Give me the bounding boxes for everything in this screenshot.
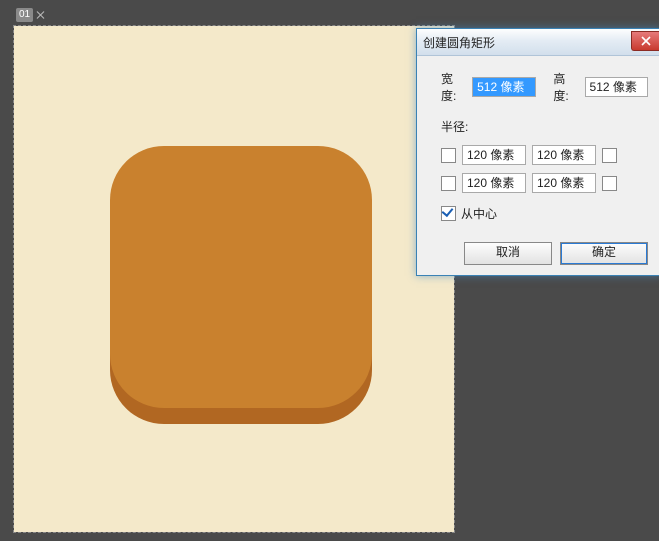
tab-number: 01 [16, 8, 33, 22]
rounded-rect-shape[interactable] [110, 146, 372, 408]
document-tab[interactable]: 01 [16, 8, 47, 22]
radius-bottom-left-input[interactable]: 120 像素 [462, 173, 526, 193]
close-icon [641, 36, 651, 46]
lock-bottom-left-checkbox[interactable] [441, 176, 456, 191]
radius-top-right-input[interactable]: 120 像素 [532, 145, 596, 165]
editor-workspace: 01 [0, 0, 460, 541]
cancel-button[interactable]: 取消 [464, 242, 552, 265]
ok-button[interactable]: 确定 [560, 242, 648, 265]
width-label: 宽度: [441, 70, 468, 104]
close-icon[interactable] [35, 9, 47, 21]
height-label: 高度: [553, 70, 580, 104]
width-input[interactable]: 512 像素 [472, 77, 536, 97]
from-center-label: 从中心 [461, 205, 497, 222]
radius-row-top: 120 像素 120 像素 [441, 145, 648, 165]
lock-top-right-checkbox[interactable] [602, 148, 617, 163]
dialog-buttons: 取消 确定 [441, 242, 648, 265]
lock-bottom-right-checkbox[interactable] [602, 176, 617, 191]
create-rounded-rect-dialog: 创建圆角矩形 宽度: 512 像素 高度: 512 像素 半径: 120 像素 … [416, 28, 659, 276]
from-center-checkbox[interactable] [441, 206, 456, 221]
height-input[interactable]: 512 像素 [585, 77, 649, 97]
from-center-row: 从中心 [441, 205, 648, 222]
size-row: 宽度: 512 像素 高度: 512 像素 [441, 70, 648, 104]
radius-bottom-right-input[interactable]: 120 像素 [532, 173, 596, 193]
dialog-close-button[interactable] [631, 31, 659, 51]
dialog-titlebar[interactable]: 创建圆角矩形 [417, 29, 659, 56]
radius-top-left-input[interactable]: 120 像素 [462, 145, 526, 165]
lock-top-left-checkbox[interactable] [441, 148, 456, 163]
radius-row-bottom: 120 像素 120 像素 [441, 173, 648, 193]
dialog-title: 创建圆角矩形 [423, 34, 495, 51]
dialog-body: 宽度: 512 像素 高度: 512 像素 半径: 120 像素 120 像素 … [417, 56, 659, 277]
radius-label: 半径: [441, 118, 648, 135]
canvas[interactable] [14, 26, 454, 532]
